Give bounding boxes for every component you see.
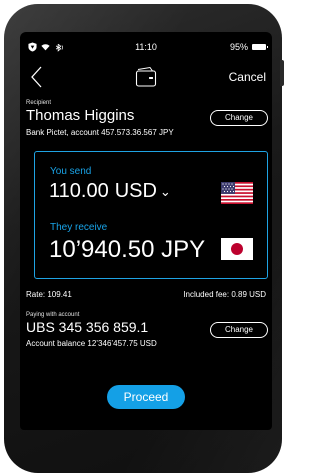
send-amount-value[interactable]: 110.00 bbox=[49, 180, 109, 203]
chevron-down-icon[interactable]: ⌄ bbox=[160, 184, 171, 200]
paying-account-number: UBS 345 356 859.1 bbox=[26, 319, 149, 335]
side-button bbox=[280, 60, 284, 86]
recipient-name: Thomas Higgins bbox=[26, 107, 135, 124]
receive-currency: JPY bbox=[161, 236, 206, 263]
send-currency[interactable]: USD bbox=[115, 180, 157, 203]
included-fee: Included fee: 0.89 USD bbox=[183, 290, 266, 299]
stage: 11:10 95% Cancel Recipient Thomas Higgin… bbox=[0, 0, 286, 473]
exchange-rate: Rate: 109.41 bbox=[26, 290, 72, 299]
receive-amount-value[interactable]: 10’940.50 bbox=[49, 236, 154, 263]
account-balance: Account balance 12’346’457.75 USD bbox=[26, 339, 157, 348]
nav-bar: Cancel bbox=[20, 64, 272, 92]
they-receive-label: They receive bbox=[50, 222, 108, 233]
recipient-bank-account: Bank Pictet, account 457.573.36.567 JPY bbox=[26, 128, 174, 137]
change-recipient-button[interactable]: Change bbox=[210, 110, 268, 126]
paying-with-label: Paying with account bbox=[26, 312, 80, 318]
change-account-button[interactable]: Change bbox=[210, 322, 268, 338]
battery-icon bbox=[252, 44, 268, 50]
cancel-button[interactable]: Cancel bbox=[229, 70, 266, 84]
us-flag-icon bbox=[221, 182, 253, 204]
receive-amount-row[interactable]: 10’940.50 JPY bbox=[49, 236, 205, 264]
status-icons-right: 95% bbox=[229, 42, 268, 52]
app-screen: 11:10 95% Cancel Recipient Thomas Higgin… bbox=[20, 32, 272, 430]
send-amount-row[interactable]: 110.00 USD ⌄ bbox=[49, 180, 171, 203]
recipient-label: Recipient bbox=[26, 100, 52, 106]
card-icon bbox=[135, 66, 157, 87]
jp-flag-icon bbox=[221, 238, 253, 260]
exchange-panel: You send 110.00 USD ⌄ They receive 10’94… bbox=[34, 151, 268, 279]
proceed-button[interactable]: Proceed bbox=[107, 385, 185, 409]
chevron-left-icon[interactable] bbox=[26, 64, 48, 90]
status-bar: 11:10 95% bbox=[20, 42, 272, 56]
battery-percent: 95% bbox=[229, 42, 248, 52]
you-send-label: You send bbox=[50, 166, 92, 177]
